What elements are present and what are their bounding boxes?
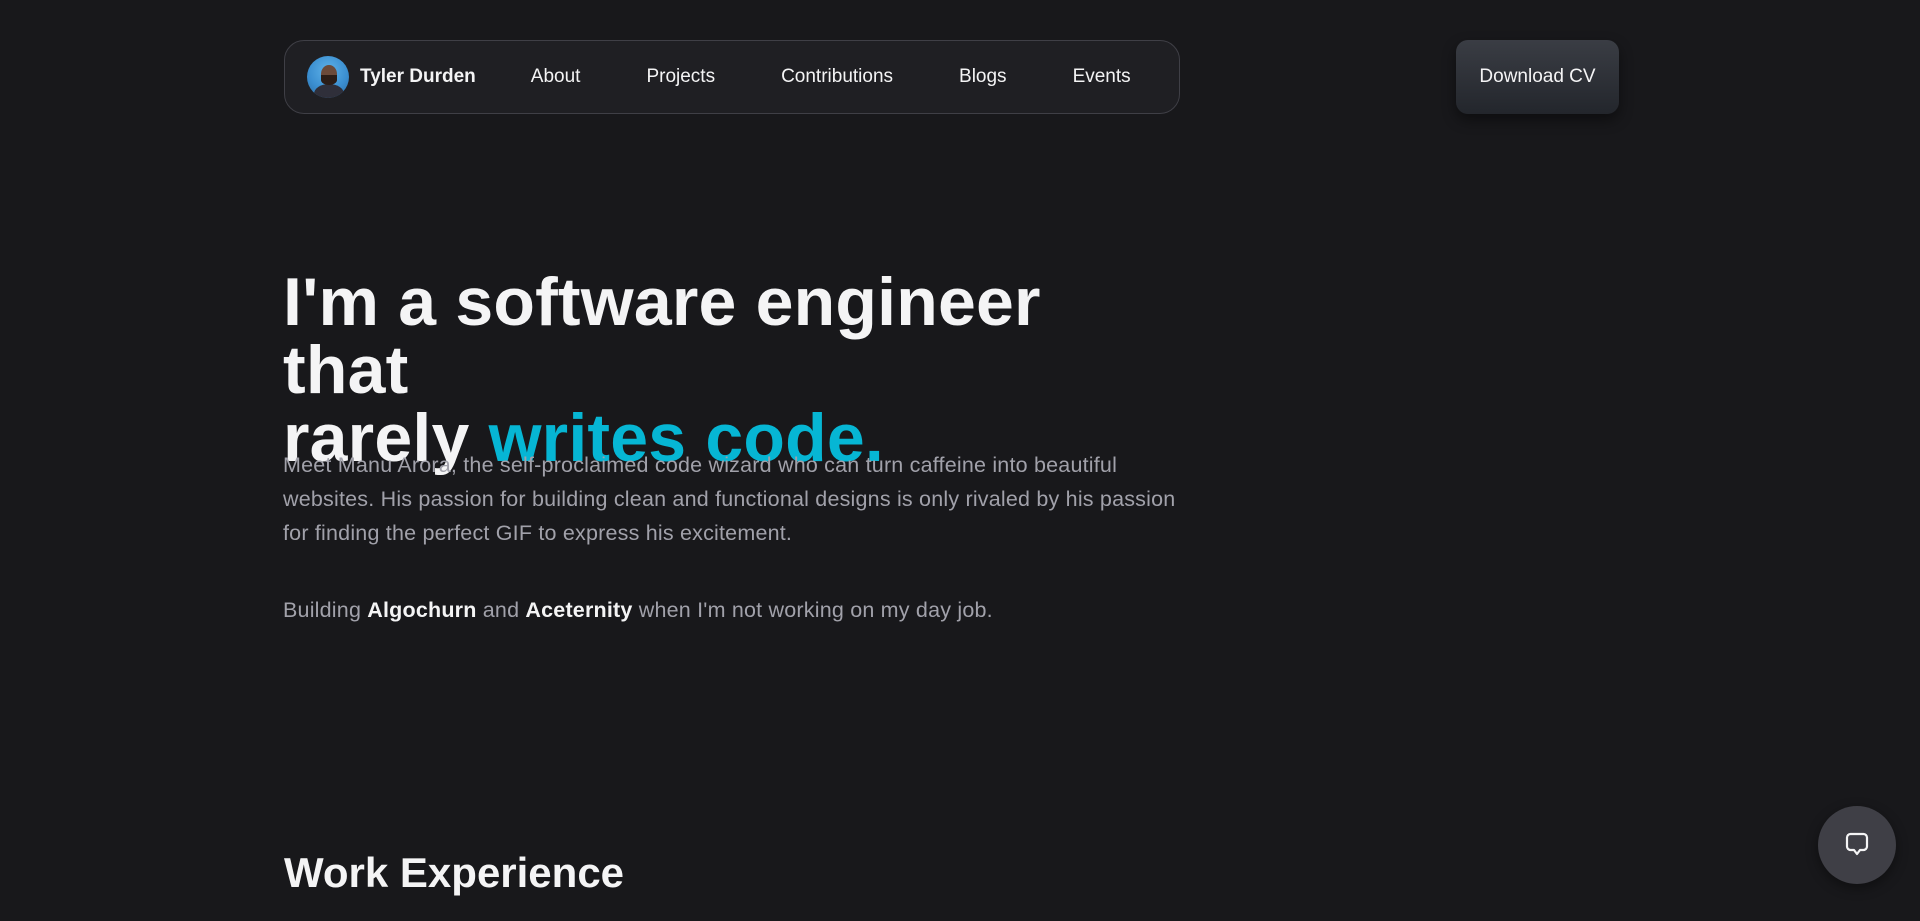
hero-sub-and: and <box>476 598 526 622</box>
hero-description: Meet Manu Arora, the self-proclaimed cod… <box>283 453 1176 545</box>
chat-button[interactable] <box>1818 806 1896 884</box>
hero-sub-suffix: when I'm not working on my day job. <box>632 598 993 622</box>
download-cv-button[interactable]: Download CV <box>1456 40 1619 114</box>
hero-sub-prefix: Building <box>283 598 368 622</box>
nav-link-contributions[interactable]: Contributions <box>781 66 893 88</box>
nav-links: About Projects Contributions Blogs Event… <box>531 66 1131 88</box>
work-experience-title: Work Experience <box>284 849 625 896</box>
brand-name: Tyler Durden <box>360 66 476 87</box>
brand-link[interactable]: Tyler Durden <box>307 56 476 98</box>
hero-title-line1: I'm a software engineer that <box>283 264 1041 408</box>
nav-link-about[interactable]: About <box>531 66 581 88</box>
nav-link-events[interactable]: Events <box>1073 66 1131 88</box>
hero-title: I'm a software engineer that rarely write… <box>283 268 1183 472</box>
nav-link-blogs[interactable]: Blogs <box>959 66 1007 88</box>
project-aceternity: Aceternity <box>525 598 633 622</box>
nav-link-projects[interactable]: Projects <box>646 66 715 88</box>
avatar <box>307 56 349 98</box>
project-algochurn: Algochurn <box>367 598 477 622</box>
page: Tyler Durden About Projects Contribution… <box>0 0 1920 921</box>
chat-bubble-icon <box>1845 832 1869 856</box>
navbar: Tyler Durden About Projects Contribution… <box>284 40 1180 114</box>
hero-subtext: Building Algochurn and Aceternity when I… <box>283 593 1203 627</box>
